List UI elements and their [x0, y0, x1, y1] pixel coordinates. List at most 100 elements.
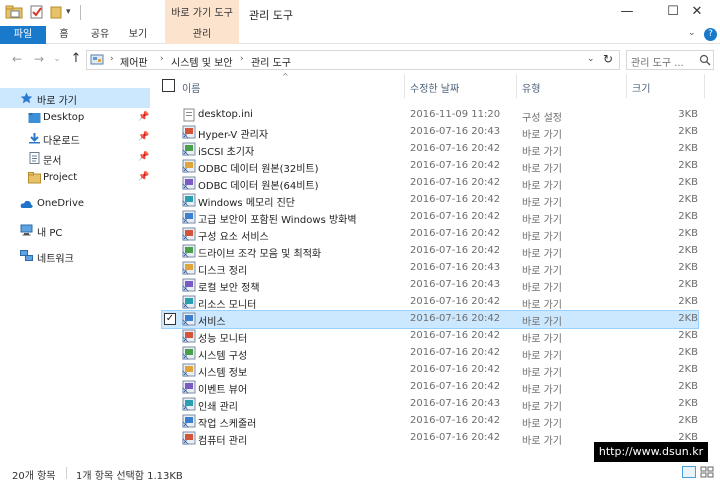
pin-icon[interactable]: 📌 [138, 132, 149, 142]
status-selection: 1개 항목 선택함 1.13KB [76, 471, 183, 482]
table-row[interactable]: iSCSI 초기자 2016-07-16 20:42 바로 가기 2KB [162, 141, 698, 158]
sidebar-item-onedrive[interactable]: OneDrive [0, 194, 150, 214]
sort-ascending-icon: ^ [282, 72, 289, 81]
details-view-icon[interactable] [682, 466, 696, 478]
back-arrow-icon[interactable]: ← [10, 52, 24, 66]
table-row[interactable]: 시스템 정보 2016-07-16 20:42 바로 가기 2KB [162, 362, 698, 379]
table-row[interactable]: Hyper-V 관리자 2016-07-16 20:43 바로 가기 2KB [162, 124, 698, 141]
table-row[interactable]: 시스템 구성 2016-07-16 20:42 바로 가기 2KB [162, 345, 698, 362]
table-row[interactable]: ✓ 서비스 2016-07-16 20:42 바로 가기 2KB [161, 310, 699, 329]
column-divider[interactable] [516, 74, 517, 98]
tab-share[interactable]: 공유 [88, 26, 112, 44]
breadcrumb-chevron-icon[interactable]: › [160, 54, 164, 64]
tab-manage[interactable]: 관리 [165, 26, 239, 44]
breadcrumb-chevron-icon[interactable]: › [240, 54, 244, 64]
table-row[interactable]: 드라이브 조각 모음 및 최적화 2016-07-16 20:42 바로 가기 2KB [162, 243, 698, 260]
file-size: 2KB [678, 415, 698, 426]
breadcrumb-chevron-icon[interactable]: › [110, 54, 114, 64]
file-date: 2016-07-16 20:43 [410, 398, 501, 409]
sidebar-item-documents[interactable]: 문서 📌 [0, 148, 150, 168]
table-row[interactable]: Windows 메모리 진단 2016-07-16 20:42 바로 가기 2KB [162, 192, 698, 209]
vertical-scrollbar[interactable] [708, 74, 720, 464]
file-name: 작업 스케줄러 [198, 419, 257, 430]
up-arrow-icon[interactable]: ↑ [69, 52, 83, 66]
tab-file[interactable]: 파일 [0, 26, 46, 44]
iscsi-icon [182, 142, 196, 156]
file-size: 2KB [678, 228, 698, 239]
address-history-icon[interactable]: ⌄ [587, 54, 595, 64]
file-name: 이벤트 뷰어 [198, 385, 248, 396]
file-date: 2016-07-16 20:42 [410, 177, 501, 188]
customize-toolbar-icon[interactable]: ▾ [66, 7, 76, 21]
table-row[interactable]: 구성 요소 서비스 2016-07-16 20:42 바로 가기 2KB [162, 226, 698, 243]
expand-ribbon-icon[interactable]: ⌄ [688, 28, 700, 42]
sidebar-item-network[interactable]: 네트워크 [0, 246, 150, 266]
file-type: 바로 가기 [522, 300, 562, 311]
file-date: 2016-07-16 20:42 [410, 330, 501, 341]
breadcrumb-control-panel[interactable]: 제어판 [120, 54, 148, 69]
pin-icon[interactable]: 📌 [138, 112, 149, 122]
pin-icon[interactable]: 📌 [138, 172, 149, 182]
table-row[interactable]: 디스크 정리 2016-07-16 20:43 바로 가기 2KB [162, 260, 698, 277]
file-name: 디스크 정리 [198, 266, 248, 277]
table-row[interactable]: 고급 보안이 포함된 Windows 방화벽 2016-07-16 20:42 바로… [162, 209, 698, 226]
table-row[interactable]: ODBC 데이터 원본(64비트) 2016-07-16 20:42 바로 가기 2K… [162, 175, 698, 192]
column-date-modified[interactable]: 수정한 날짜 [410, 80, 459, 95]
sidebar-item-project[interactable]: Project 📌 [0, 168, 150, 188]
breadcrumb-system-security[interactable]: 시스템 및 보안 [171, 54, 233, 69]
table-row[interactable]: 리소스 모니터 2016-07-16 20:42 바로 가기 2KB [162, 294, 698, 311]
search-input[interactable]: 관리 도구 ... [626, 50, 714, 70]
refresh-icon[interactable]: ↻ [603, 52, 613, 66]
column-divider[interactable] [626, 74, 627, 98]
row-checkbox[interactable]: ✓ [164, 313, 176, 325]
sidebar-item-label: Desktop [43, 112, 85, 123]
column-type[interactable]: 유형 [522, 80, 540, 95]
table-row[interactable]: desktop.ini 2016-11-09 11:20 구성 설정 3KB [162, 107, 698, 124]
file-date: 2016-07-16 20:42 [410, 347, 501, 358]
print-management-icon [182, 397, 196, 411]
column-name[interactable]: 이름 [182, 80, 200, 95]
address-bar[interactable]: › 제어판 › 시스템 및 보안 › 관리 도구 ⌄ ↻ [86, 50, 620, 70]
memory-diagnostic-icon [182, 193, 196, 207]
forward-arrow-icon[interactable]: → [32, 52, 46, 66]
tab-view[interactable]: 보기 [126, 26, 150, 44]
file-type: 바로 가기 [522, 147, 562, 158]
table-row[interactable]: 인쇄 관리 2016-07-16 20:43 바로 가기 2KB [162, 396, 698, 413]
file-size: 2KB [678, 211, 698, 222]
sidebar-item-quick-access[interactable]: 바로 가기 [0, 88, 150, 108]
file-size: 2KB [678, 177, 698, 188]
odbc-icon [182, 176, 196, 190]
select-all-checkbox[interactable] [162, 79, 175, 92]
column-divider[interactable] [404, 74, 405, 98]
sidebar-item-label: 바로 가기 [37, 96, 77, 107]
sidebar-item-this-pc[interactable]: 내 PC [0, 220, 150, 240]
new-folder-icon[interactable] [50, 5, 62, 19]
table-row[interactable]: 이벤트 뷰어 2016-07-16 20:42 바로 가기 2KB [162, 379, 698, 396]
navigation-bar: ← → ⌄ ↑ › 제어판 › 시스템 및 보안 › 관리 도구 ⌄ ↻ 관리 … [0, 44, 720, 74]
table-row[interactable]: ODBC 데이터 원본(32비트) 2016-07-16 20:42 바로 가기 2K… [162, 158, 698, 175]
table-row[interactable]: 로컬 보안 정책 2016-07-16 20:43 바로 가기 2KB [162, 277, 698, 294]
table-row[interactable]: 성능 모니터 2016-07-16 20:42 바로 가기 2KB [162, 328, 698, 345]
tab-home[interactable]: 홈 [54, 26, 74, 44]
sidebar-item-desktop[interactable]: Desktop 📌 [0, 108, 150, 128]
breadcrumb-admin-tools[interactable]: 관리 도구 [251, 54, 291, 69]
search-icon[interactable] [699, 54, 711, 66]
file-type: 바로 가기 [522, 164, 562, 175]
performance-monitor-icon [182, 329, 196, 343]
table-row[interactable]: 작업 스케줄러 2016-07-16 20:42 바로 가기 2KB [162, 413, 698, 430]
help-icon[interactable]: ? [704, 28, 717, 41]
file-date: 2016-07-16 20:42 [410, 160, 501, 171]
properties-icon[interactable] [30, 5, 44, 19]
large-icons-view-icon[interactable] [700, 466, 714, 478]
folder-icon[interactable] [5, 5, 23, 19]
sidebar-item-downloads[interactable]: 다운로드 📌 [0, 128, 150, 148]
file-date: 2016-07-16 20:42 [410, 296, 501, 307]
minimize-button[interactable]: — [604, 0, 650, 26]
column-divider[interactable] [704, 74, 705, 98]
column-size[interactable]: 크기 [632, 80, 650, 95]
file-type: 바로 가기 [522, 181, 562, 192]
close-button[interactable]: ✕ [674, 0, 720, 26]
pin-icon[interactable]: 📌 [138, 152, 149, 162]
file-date: 2016-07-16 20:42 [410, 228, 501, 239]
recent-locations-icon[interactable]: ⌄ [52, 52, 62, 66]
